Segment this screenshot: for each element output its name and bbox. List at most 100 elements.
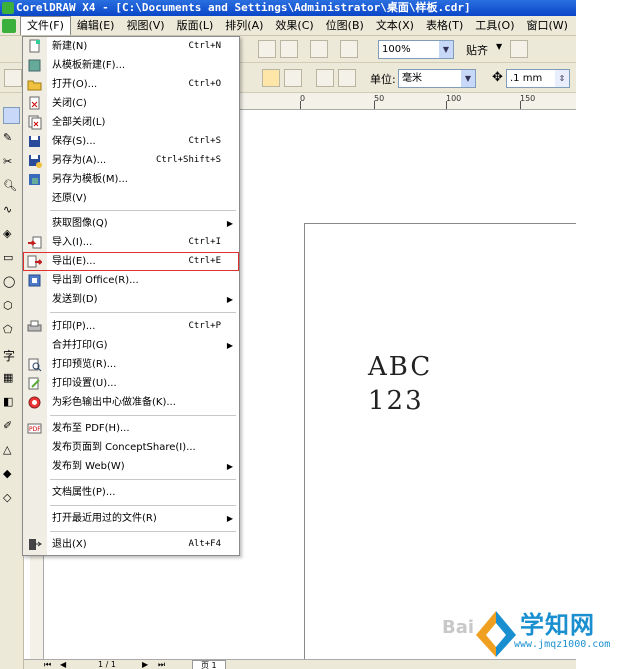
ruler-tick bbox=[446, 101, 447, 109]
coreldraw-app-icon bbox=[2, 2, 14, 14]
nudge-distance-input[interactable]: .1 mm ⇕ bbox=[506, 69, 570, 88]
snap-to-dropdown[interactable]: 贴齐 bbox=[466, 42, 488, 58]
submenu-arrow-icon: ▶ bbox=[226, 295, 233, 304]
menu-item-acquire-image[interactable]: 获取图像(Q) ▶ bbox=[23, 214, 239, 233]
menu-item-recent-files[interactable]: 打开最近用过的文件(R) ▶ bbox=[23, 509, 239, 528]
menu-item-close[interactable]: 关闭(C) bbox=[23, 94, 239, 113]
menu-separator bbox=[50, 531, 236, 532]
menu-item-print-preview[interactable]: 打印预览(R)... bbox=[23, 355, 239, 374]
ruler-label: 50 bbox=[374, 94, 385, 103]
menu-item-print-setup[interactable]: 打印设置(U)... bbox=[23, 374, 239, 393]
export-toolbar-icon[interactable] bbox=[280, 40, 298, 58]
menu-item-print[interactable]: 打印(P)... Ctrl+P bbox=[23, 317, 239, 336]
menu-file[interactable]: 文件(F) bbox=[20, 16, 71, 35]
zoom-tool-icon[interactable]: 🔍︎ bbox=[3, 179, 20, 196]
print-icon bbox=[27, 319, 42, 334]
watermark-brand: 学知网 bbox=[520, 611, 595, 639]
menu-item-save-as[interactable]: 另存为(A)... Ctrl+Shift+S bbox=[23, 151, 239, 170]
smart-fill-icon[interactable]: ◈ bbox=[3, 227, 20, 244]
right-margin-area bbox=[576, 0, 626, 669]
ellipse-tool-icon[interactable]: ◯ bbox=[3, 275, 20, 292]
welcome-screen-icon[interactable] bbox=[340, 40, 358, 58]
interactive-blend-icon[interactable]: ◧ bbox=[3, 395, 20, 412]
close-document-icon bbox=[27, 96, 42, 111]
fill-tool-icon[interactable]: ◆ bbox=[3, 467, 20, 484]
menu-effects[interactable]: 效果(C) bbox=[269, 17, 319, 35]
menu-item-revert[interactable]: 还原(V) bbox=[23, 189, 239, 208]
page-tab[interactable]: 页 1 bbox=[192, 660, 226, 669]
options-icon[interactable] bbox=[510, 40, 528, 58]
paper-type-icon[interactable] bbox=[4, 69, 22, 87]
first-page-icon[interactable]: ⏮ bbox=[44, 660, 51, 669]
menu-item-import[interactable]: 导入(I)... Ctrl+I bbox=[23, 233, 239, 252]
eyedropper-icon[interactable]: ✐ bbox=[3, 419, 20, 436]
close-all-icon bbox=[27, 115, 42, 130]
units-select[interactable]: 毫米 ▼ bbox=[398, 69, 476, 88]
interactive-fill-icon[interactable]: ◇ bbox=[3, 491, 20, 508]
menu-view[interactable]: 视图(V) bbox=[120, 17, 170, 35]
menu-text[interactable]: 文本(X) bbox=[370, 17, 420, 35]
menu-item-publish-to-web[interactable]: 发布到 Web(W) ▶ bbox=[23, 457, 239, 476]
menu-separator bbox=[50, 415, 236, 416]
menu-bitmaps[interactable]: 位图(B) bbox=[320, 17, 370, 35]
menu-item-print-merge[interactable]: 合并打印(G) ▶ bbox=[23, 336, 239, 355]
current-page-icon[interactable] bbox=[338, 69, 356, 87]
last-page-icon[interactable]: ⏭ bbox=[158, 660, 165, 669]
pick-tool-icon[interactable] bbox=[3, 107, 20, 124]
menu-item-open[interactable]: 打开(O)... Ctrl+O bbox=[23, 75, 239, 94]
ruler-label: 100 bbox=[446, 94, 462, 103]
rectangle-tool-icon[interactable]: ▭ bbox=[3, 251, 20, 268]
basic-shapes-icon[interactable]: ⬠ bbox=[3, 323, 20, 340]
watermark-url: www.jmqz1000.com bbox=[514, 639, 611, 650]
menu-item-new-from-template[interactable]: 从模板新建(F)... bbox=[23, 56, 239, 75]
submenu-arrow-icon: ▶ bbox=[226, 462, 233, 471]
text-object-numbers[interactable]: 123 bbox=[368, 386, 424, 416]
next-page-icon[interactable]: ▶ bbox=[142, 660, 148, 669]
crop-tool-icon[interactable]: ✂ bbox=[3, 155, 20, 172]
menu-item-send-to[interactable]: 发送到(D) ▶ bbox=[23, 290, 239, 309]
menu-bar: 文件(F) 编辑(E) 视图(V) 版面(L) 排列(A) 效果(C) 位图(B… bbox=[0, 16, 576, 36]
menu-item-document-properties[interactable]: 文档属性(P)... bbox=[23, 483, 239, 502]
menu-item-save-as-template[interactable]: 另存为模板(M)... bbox=[23, 170, 239, 189]
menu-item-close-all[interactable]: 全部关闭(L) bbox=[23, 113, 239, 132]
application-launcher-icon[interactable] bbox=[310, 40, 328, 58]
document-icon[interactable] bbox=[2, 18, 16, 33]
menu-item-exit[interactable]: 退出(X) Alt+F4 bbox=[23, 535, 239, 554]
landscape-icon[interactable] bbox=[284, 69, 302, 87]
document-page[interactable] bbox=[304, 223, 576, 659]
menu-layout[interactable]: 版面(L) bbox=[171, 17, 220, 35]
menu-item-export-to-office[interactable]: 导出到 Office(R)... bbox=[23, 271, 239, 290]
text-object-letters[interactable]: ABC bbox=[368, 352, 432, 382]
baidu-watermark: Bai bbox=[442, 617, 475, 638]
template-icon bbox=[27, 58, 42, 73]
text-tool-icon[interactable]: 字 bbox=[3, 347, 20, 364]
prev-page-icon[interactable]: ◀ bbox=[60, 660, 66, 669]
menu-table[interactable]: 表格(T) bbox=[420, 17, 469, 35]
ruler-tick bbox=[374, 101, 375, 109]
menu-arrange[interactable]: 排列(A) bbox=[219, 17, 269, 35]
all-pages-icon[interactable] bbox=[316, 69, 334, 87]
outline-tool-icon[interactable]: △ bbox=[3, 443, 20, 460]
watermark: Bai 学知网 www.jmqz1000.com bbox=[440, 605, 620, 665]
menu-item-save[interactable]: 保存(S)... Ctrl+S bbox=[23, 132, 239, 151]
snap-chevron-icon[interactable]: ▼ bbox=[496, 42, 502, 51]
menu-tools[interactable]: 工具(O) bbox=[469, 17, 520, 35]
menu-item-prepare-for-service-bureau[interactable]: 为彩色输出中心做准备(K)... bbox=[23, 393, 239, 412]
save-icon bbox=[27, 134, 42, 149]
zoom-level-select[interactable]: 100% ▼ bbox=[378, 40, 454, 59]
file-menu-dropdown: 新建(N) Ctrl+N 从模板新建(F)... 打开(O)... Ctrl+O… bbox=[22, 36, 240, 556]
freehand-tool-icon[interactable]: ∿ bbox=[3, 203, 20, 220]
portrait-icon[interactable] bbox=[262, 69, 280, 87]
import-icon bbox=[27, 235, 42, 250]
menu-item-publish-conceptshare[interactable]: 发布页面到 ConceptShare(I)... bbox=[23, 438, 239, 457]
menu-item-publish-to-pdf[interactable]: PDF 发布至 PDF(H)... bbox=[23, 419, 239, 438]
table-tool-icon[interactable]: ▦ bbox=[3, 371, 20, 388]
menu-window[interactable]: 窗口(W) bbox=[521, 17, 574, 35]
shape-tool-icon[interactable]: ✎ bbox=[3, 131, 20, 148]
menu-item-export[interactable]: 导出(E)... Ctrl+E bbox=[23, 252, 239, 271]
import-toolbar-icon[interactable] bbox=[258, 40, 276, 58]
exit-icon bbox=[27, 537, 42, 552]
menu-item-new[interactable]: 新建(N) Ctrl+N bbox=[23, 37, 239, 56]
polygon-tool-icon[interactable]: ⬡ bbox=[3, 299, 20, 316]
menu-edit[interactable]: 编辑(E) bbox=[71, 17, 121, 35]
